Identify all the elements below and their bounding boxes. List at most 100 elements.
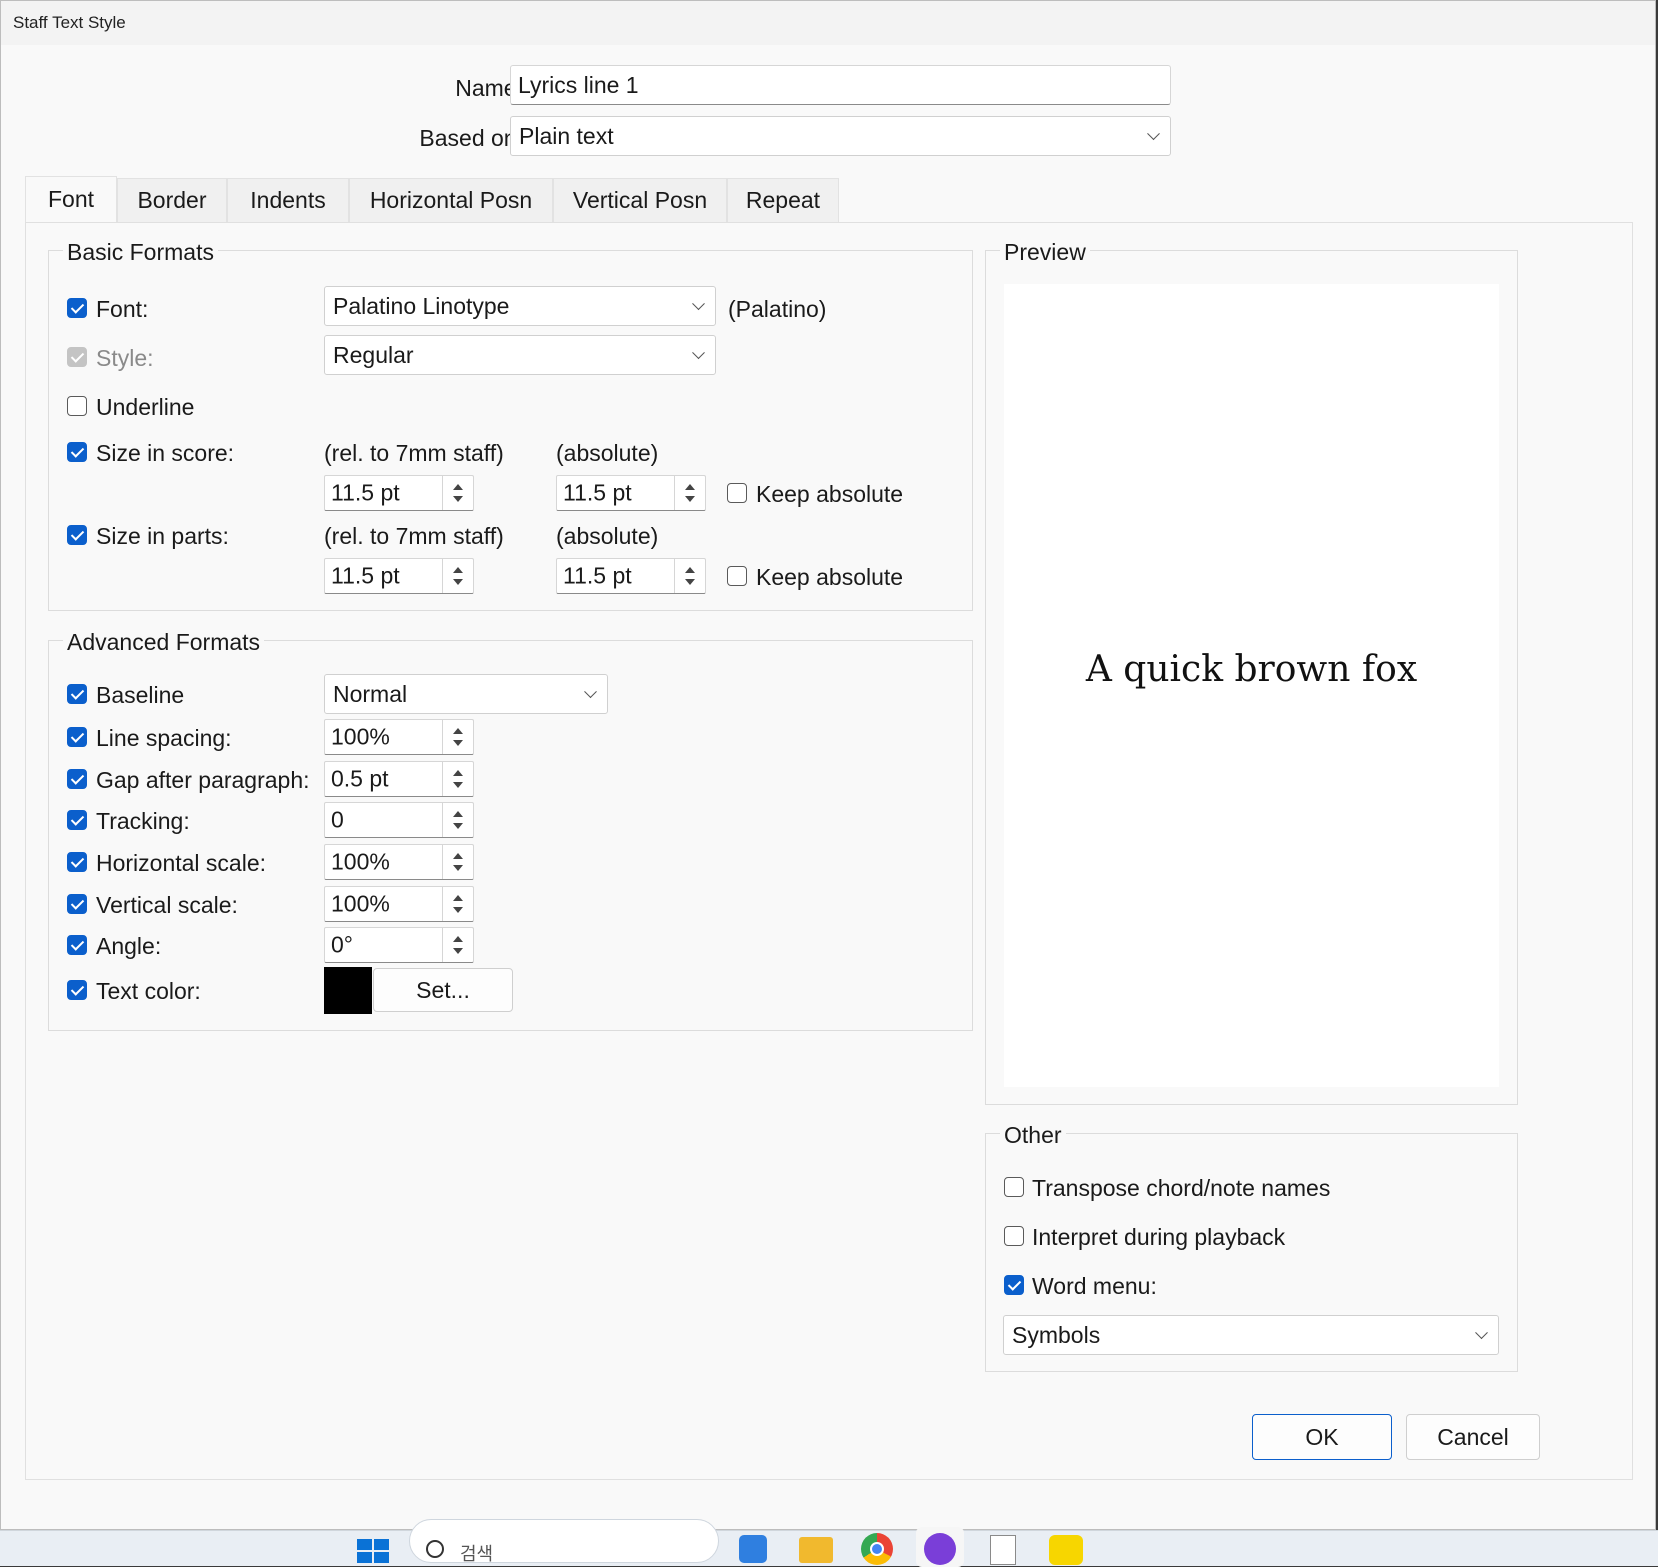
score-keep-absolute-checkbox[interactable] — [727, 483, 747, 503]
style-label: Style: — [96, 345, 154, 371]
based-on-label: Based on: — [419, 125, 523, 151]
spin-up-icon[interactable] — [453, 728, 463, 735]
spin-down-icon[interactable] — [453, 947, 463, 954]
score-abs-spinner[interactable]: 11.5 pt — [556, 475, 706, 511]
font-checkbox[interactable] — [67, 298, 87, 318]
kakaotalk-icon[interactable] — [1049, 1535, 1083, 1565]
basic-formats-title: Basic Formats — [63, 239, 218, 266]
name-input[interactable]: Lyrics line 1 — [510, 65, 1171, 105]
spin-up-icon[interactable] — [453, 770, 463, 777]
parts-abs-heading: (absolute) — [556, 523, 659, 549]
vertical-scale-spinner[interactable]: 100% — [324, 886, 474, 922]
parts-keep-absolute-label: Keep absolute — [756, 564, 904, 590]
baseline-select[interactable]: Normal — [324, 674, 608, 714]
font-label: Font: — [96, 296, 149, 322]
underline-label: Underline — [96, 394, 195, 420]
window-title: Staff Text Style — [13, 13, 126, 32]
size-in-score-checkbox[interactable] — [67, 442, 87, 462]
line-spacing-spinner[interactable]: 100% — [324, 719, 474, 755]
score-rel-spinner[interactable]: 11.5 pt — [324, 475, 474, 511]
chevron-down-icon — [1147, 127, 1160, 141]
baseline-checkbox[interactable] — [67, 684, 87, 704]
spin-down-icon[interactable] — [685, 495, 695, 502]
horizontal-scale-spinner[interactable]: 100% — [324, 844, 474, 880]
chevron-down-icon — [584, 685, 597, 699]
taskbar: 검색 — [0, 1519, 1658, 1567]
windows-start-icon[interactable] — [357, 1539, 389, 1563]
calendar-app-icon[interactable] — [739, 1535, 767, 1563]
spin-up-icon[interactable] — [453, 853, 463, 860]
parts-rel-spinner[interactable]: 11.5 pt — [324, 558, 474, 594]
spin-up-icon[interactable] — [453, 811, 463, 818]
spin-down-icon[interactable] — [453, 495, 463, 502]
spin-up-icon[interactable] — [685, 484, 695, 491]
spin-up-icon[interactable] — [453, 567, 463, 574]
text-color-label: Text color: — [96, 978, 201, 1004]
vertical-scale-checkbox[interactable] — [67, 894, 87, 914]
set-color-button[interactable]: Set... — [373, 968, 513, 1012]
angle-spinner[interactable]: 0° — [324, 927, 474, 963]
tab-border[interactable]: Border — [117, 178, 227, 222]
parts-abs-spinner[interactable]: 11.5 pt — [556, 558, 706, 594]
horizontal-scale-checkbox[interactable] — [67, 852, 87, 872]
advanced-formats-title: Advanced Formats — [63, 629, 265, 656]
score-keep-absolute-label: Keep absolute — [756, 481, 904, 507]
underline-checkbox[interactable] — [67, 396, 87, 416]
spin-down-icon[interactable] — [453, 906, 463, 913]
word-menu-label: Word menu: — [1032, 1273, 1157, 1299]
spin-up-icon[interactable] — [453, 895, 463, 902]
spin-up-icon[interactable] — [453, 484, 463, 491]
gap-after-paragraph-checkbox[interactable] — [67, 769, 87, 789]
tab-font[interactable]: Font — [25, 176, 117, 222]
spin-down-icon[interactable] — [685, 578, 695, 585]
size-in-parts-label: Size in parts: — [96, 523, 229, 549]
tab-repeat[interactable]: Repeat — [727, 178, 839, 222]
tab-horizontal-posn[interactable]: Horizontal Posn — [349, 178, 553, 222]
gap-after-paragraph-spinner[interactable]: 0.5 pt — [324, 761, 474, 797]
interpret-playback-label: Interpret during playback — [1032, 1224, 1286, 1250]
sibelius-app-icon[interactable] — [924, 1533, 956, 1565]
tab-vertical-posn[interactable]: Vertical Posn — [553, 178, 727, 222]
spin-down-icon[interactable] — [453, 578, 463, 585]
based-on-select[interactable]: Plain text — [510, 116, 1171, 156]
angle-checkbox[interactable] — [67, 935, 87, 955]
score-rel-heading: (rel. to 7mm staff) — [324, 440, 504, 466]
spin-up-icon[interactable] — [453, 936, 463, 943]
size-in-parts-checkbox[interactable] — [67, 525, 87, 545]
chrome-icon[interactable] — [861, 1533, 893, 1565]
spin-up-icon[interactable] — [685, 567, 695, 574]
transpose-label: Transpose chord/note names — [1032, 1175, 1331, 1201]
spin-down-icon[interactable] — [453, 739, 463, 746]
word-menu-select[interactable]: Symbols — [1003, 1315, 1499, 1355]
font-select[interactable]: Palatino Linotype — [324, 286, 716, 326]
chevron-down-icon — [692, 297, 705, 311]
file-explorer-icon[interactable] — [799, 1537, 833, 1563]
text-color-checkbox[interactable] — [67, 980, 87, 1000]
font-alias: (Palatino) — [728, 296, 827, 322]
chevron-down-icon — [1475, 1326, 1488, 1340]
staff-text-style-dialog: Staff Text Style Name: Lyrics line 1 Bas… — [0, 0, 1656, 1530]
style-checkbox[interactable] — [67, 347, 87, 367]
tracking-checkbox[interactable] — [67, 810, 87, 830]
spin-down-icon[interactable] — [453, 781, 463, 788]
style-select[interactable]: Regular — [324, 335, 716, 375]
parts-rel-heading: (rel. to 7mm staff) — [324, 523, 504, 549]
transpose-checkbox[interactable] — [1004, 1177, 1024, 1197]
interpret-playback-checkbox[interactable] — [1004, 1226, 1024, 1246]
cancel-button[interactable]: Cancel — [1406, 1414, 1540, 1460]
word-menu-checkbox[interactable] — [1004, 1275, 1024, 1295]
spin-down-icon[interactable] — [453, 822, 463, 829]
ok-button[interactable]: OK — [1252, 1414, 1392, 1460]
tab-indents[interactable]: Indents — [227, 178, 349, 222]
parts-keep-absolute-checkbox[interactable] — [727, 566, 747, 586]
tracking-spinner[interactable]: 0 — [324, 802, 474, 838]
spin-down-icon[interactable] — [453, 864, 463, 871]
document-icon[interactable] — [990, 1535, 1016, 1565]
chevron-down-icon — [692, 346, 705, 360]
baseline-label: Baseline — [96, 682, 185, 708]
preview-sample-text: A quick brown fox — [1085, 649, 1418, 690]
vertical-scale-label: Vertical scale: — [96, 892, 238, 918]
score-abs-heading: (absolute) — [556, 440, 659, 466]
taskbar-search[interactable]: 검색 — [409, 1519, 719, 1564]
line-spacing-checkbox[interactable] — [67, 727, 87, 747]
